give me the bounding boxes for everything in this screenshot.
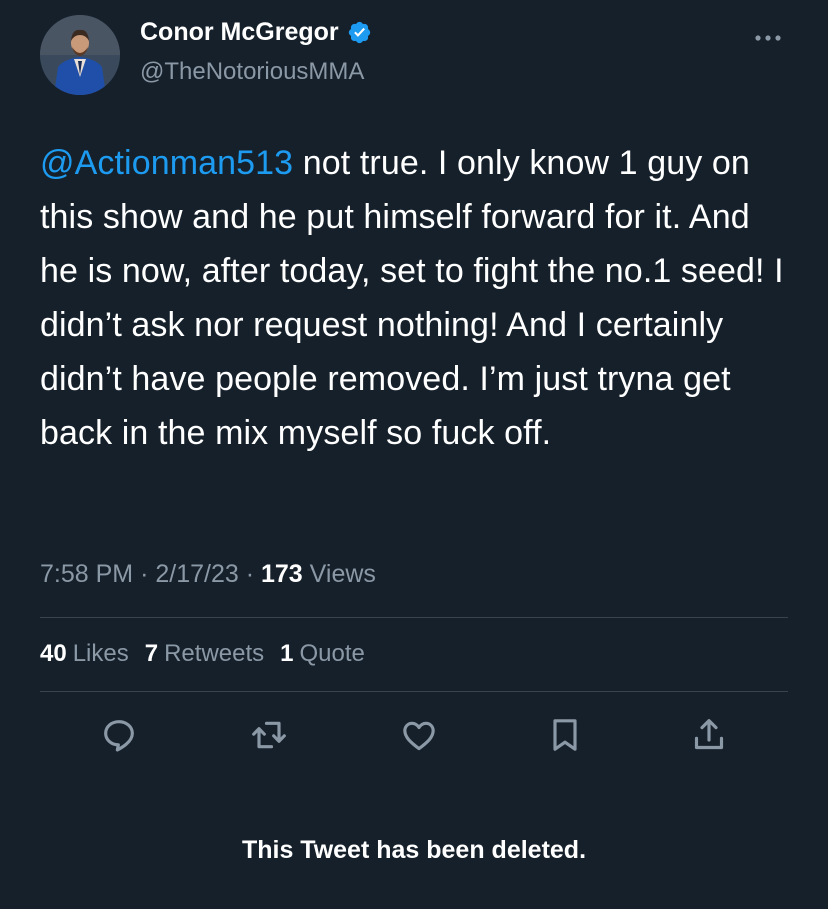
divider-top <box>40 617 788 618</box>
likes-label: Likes <box>72 640 129 667</box>
quotes-count: 1 <box>280 640 294 667</box>
verified-badge-icon <box>348 21 370 44</box>
user-handle[interactable]: @TheNotoriousMMA <box>140 58 364 86</box>
tweet-time[interactable]: 7:58 PM <box>40 560 133 588</box>
views-count: 173 <box>261 560 303 588</box>
retweet-button[interactable] <box>244 710 294 760</box>
mention-link[interactable]: @Actionman513 <box>40 144 293 182</box>
tweet-date[interactable]: 2/17/23 <box>155 560 238 588</box>
avatar[interactable] <box>40 15 120 95</box>
share-button[interactable] <box>684 710 734 760</box>
meta-separator: · <box>245 560 255 588</box>
like-icon <box>403 721 435 751</box>
reply-icon <box>104 720 134 752</box>
avatar-image <box>40 15 120 95</box>
tweet-text: @Actionman513 not true. I only know 1 gu… <box>40 136 790 460</box>
reply-button[interactable] <box>94 710 144 760</box>
retweets-count: 7 <box>144 640 159 667</box>
retweets-label: Retweets <box>164 640 265 667</box>
deleted-notice: This Tweet has been deleted. <box>241 836 587 864</box>
views-label: Views <box>309 560 376 588</box>
share-icon <box>694 719 724 750</box>
more-button[interactable] <box>752 22 784 54</box>
likes-stat[interactable]: 40 Likes <box>40 640 129 668</box>
quotes-label: Quote <box>299 640 365 667</box>
bookmark-icon <box>553 719 577 751</box>
like-button[interactable] <box>394 710 444 760</box>
retweets-stat[interactable]: 7 Retweets <box>145 640 264 668</box>
display-name[interactable]: Conor McGregor <box>140 18 339 47</box>
bookmark-button[interactable] <box>540 710 590 760</box>
tweet-body: not true. I only know 1 guy on this show… <box>40 144 784 452</box>
user-name-row: Conor McGregor <box>140 18 372 47</box>
engagement-stats: 40 Likes 7 Retweets 1 Quote <box>40 640 365 668</box>
meta-separator: · <box>140 560 149 588</box>
quotes-stat[interactable]: 1 Quote <box>280 640 365 668</box>
action-bar <box>70 710 770 760</box>
likes-count: 40 <box>40 640 67 667</box>
more-icon <box>755 35 781 41</box>
divider-bottom <box>40 691 788 692</box>
tweet-meta: 7:58 PM · 2/17/23 · 173 Views <box>40 560 376 589</box>
retweet-icon <box>252 721 286 749</box>
